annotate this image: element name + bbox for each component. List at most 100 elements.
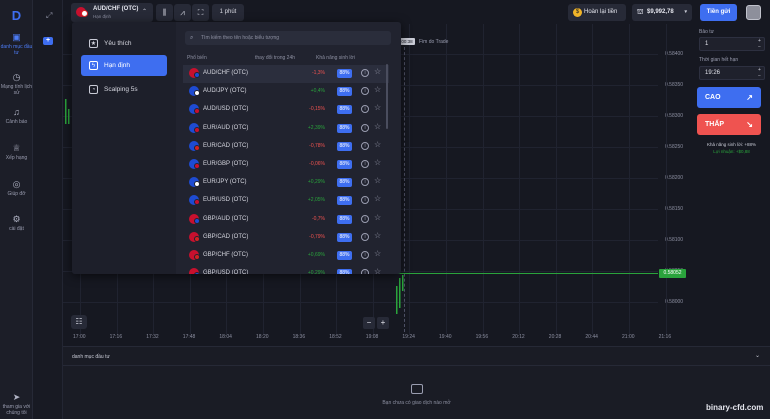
arrow-down-right-icon: ↘ <box>746 120 753 129</box>
star-icon[interactable]: ☆ <box>374 213 381 222</box>
rail-item-help[interactable]: ◎ Giúp đỡ <box>0 179 33 197</box>
balance-button[interactable]: ⛫ $9,992,78 ▾ <box>632 4 692 21</box>
call-button[interactable]: CAO ↗ <box>697 87 761 108</box>
payout-badge: 88% <box>337 269 352 274</box>
watermark: binary-cfd.com <box>706 403 764 412</box>
x-tick-label: 17:16 <box>109 334 123 340</box>
info-icon[interactable]: i <box>361 196 369 205</box>
zoom-out-button[interactable]: − <box>363 317 375 329</box>
info-icon[interactable]: i <box>361 178 369 187</box>
decrement-button[interactable]: − <box>755 73 764 79</box>
asset-name: GBP/CHF (OTC) <box>203 252 248 258</box>
asset-row[interactable]: GBP/CAD (OTC) -0,79% 88% i ☆ <box>183 229 389 247</box>
rail-item-join[interactable]: ➤ tham gia với chúng tôi <box>0 392 33 416</box>
info-icon[interactable]: i <box>361 87 369 96</box>
top-bar: AUD/CHF (OTC) Hạn định ⌃ ⫼ ⩘ ⛶ 1 phút $ … <box>63 0 693 24</box>
settings-tool-button[interactable]: ⛶ <box>192 4 209 21</box>
asset-row[interactable]: EUR/JPY (OTC) +0,29% 88% i ☆ <box>183 174 389 192</box>
info-icon[interactable]: i <box>361 251 369 259</box>
col-header-change[interactable]: thay đổi trong 24h <box>255 55 295 61</box>
col-header-name[interactable]: Phổ biến <box>187 55 207 61</box>
asset-search-input[interactable]: ⌕ Tìm kiếm theo tên hoặc biểu tượng <box>185 31 391 45</box>
flag-icon <box>194 181 200 188</box>
timeframe-button[interactable]: 1 phút <box>212 4 244 21</box>
star-icon[interactable]: ☆ <box>374 176 381 185</box>
asset-change: -0,15% <box>309 106 325 113</box>
payout-badge: 88% <box>337 214 352 224</box>
star-icon[interactable]: ☆ <box>374 249 381 258</box>
info-icon[interactable]: i <box>361 105 369 114</box>
category-fixed-time[interactable]: ϟ Hạn định <box>81 55 167 76</box>
star-icon[interactable]: ☆ <box>374 140 381 149</box>
put-button[interactable]: THẤP ↘ <box>697 114 761 135</box>
rail-item-portfolio[interactable]: ▣ danh mục đầu tư <box>0 32 33 56</box>
x-tick-label: 19:40 <box>439 334 452 340</box>
star-icon[interactable]: ☆ <box>374 122 381 131</box>
info-icon[interactable]: i <box>361 123 369 132</box>
coin-icon: $ <box>573 8 582 17</box>
asset-row[interactable]: GBP/CHF (OTC) +0,69% 88% i ☆ <box>183 247 389 265</box>
star-icon[interactable]: ☆ <box>374 267 381 274</box>
rail-item-ranking[interactable]: ♕ Xếp hạng <box>0 143 33 161</box>
payout-badge: 88% <box>337 69 352 78</box>
asset-change: -1,3% <box>311 70 325 76</box>
expand-icon[interactable]: ⤢ <box>46 11 52 21</box>
y-tick-label: 0.58000 <box>665 299 684 305</box>
asset-row[interactable]: GBP/USD (OTC) +0,29% 88% i ☆ <box>183 265 389 274</box>
star-icon[interactable]: ☆ <box>374 158 381 167</box>
flag-icon <box>194 254 200 260</box>
star-icon[interactable]: ☆ <box>374 194 381 203</box>
star-icon[interactable]: ☆ <box>374 85 381 94</box>
info-icon[interactable]: i <box>361 69 369 77</box>
asset-change: -0,79% <box>309 233 325 240</box>
expiry-line <box>404 42 405 332</box>
rail-item-history[interactable]: ◷ Mạng tính lịch sử <box>0 72 33 96</box>
star-icon[interactable]: ☆ <box>374 231 381 240</box>
info-icon[interactable]: i <box>361 214 369 223</box>
add-chart-button[interactable]: + <box>43 37 53 45</box>
col-header-payout[interactable]: Khả năng sinh lời <box>316 55 355 61</box>
grid-line <box>665 24 667 334</box>
refund-button[interactable]: $ Hoàn lại tiền <box>568 4 626 21</box>
candle-type-button[interactable]: ⫼ <box>156 4 173 21</box>
category-scalping[interactable]: ◔ Scalping 5s <box>81 79 167 100</box>
asset-row[interactable]: EUR/AUD (OTC) +2,39% 88% i ☆ <box>183 120 389 138</box>
asset-row[interactable]: GBP/AUD (OTC) -0,7% 88% i ☆ <box>183 211 389 229</box>
info-icon[interactable]: i <box>361 141 369 150</box>
info-icon[interactable]: i <box>361 160 369 168</box>
category-favorites[interactable]: ★ Yêu thích <box>81 33 167 54</box>
asset-name: AUD/CHF (OTC) <box>93 6 139 12</box>
star-icon[interactable]: ☆ <box>374 103 381 112</box>
star-icon[interactable]: ☆ <box>374 67 381 76</box>
asset-category-list: ★ Yêu thích ϟ Hạn định ◔ Scalping 5s <box>72 22 176 274</box>
avatar[interactable] <box>746 5 761 20</box>
decrement-button[interactable]: − <box>755 44 764 50</box>
bell-icon: ♫ <box>13 107 20 117</box>
asset-row[interactable]: AUD/JPY (OTC) +0,4% 88% i ☆ <box>183 83 389 101</box>
deposit-button[interactable]: Tiền gửi <box>700 4 737 21</box>
flag-icon <box>81 10 88 17</box>
asset-row[interactable]: EUR/CAD (OTC) -0,78% 88% i ☆ <box>183 138 389 156</box>
asset-name: EUR/CAD (OTC) <box>203 142 249 149</box>
flag-icon <box>194 235 200 242</box>
info-icon[interactable]: i <box>361 232 369 241</box>
indicators-button[interactable]: ☷ <box>71 315 87 329</box>
chevron-down-icon[interactable]: ⌄ <box>755 352 760 359</box>
info-icon[interactable]: i <box>361 269 369 274</box>
asset-row[interactable]: AUD/CHF (OTC) -1,3% 88% i ☆ <box>183 65 389 83</box>
scrollbar[interactable] <box>386 64 388 129</box>
asset-selector[interactable]: AUD/CHF (OTC) Hạn định ⌃ <box>71 3 153 22</box>
rail-item-settings[interactable]: ⚙ cài đặt <box>0 214 33 232</box>
asset-row[interactable]: AUD/USD (OTC) -0,15% 88% i ☆ <box>183 101 389 119</box>
asset-change: +2,05% <box>307 197 325 204</box>
asset-row[interactable]: EUR/USD (OTC) +2,05% 88% i ☆ <box>183 192 389 210</box>
zoom-in-button[interactable]: + <box>377 317 389 329</box>
payout-badge: 88% <box>337 160 352 169</box>
portfolio-title: danh mục đầu tư <box>72 354 110 360</box>
rail-item-alerts[interactable]: ♫ Cảnh báo <box>0 107 33 125</box>
drawing-tools-button[interactable]: ⩘ <box>174 4 191 21</box>
asset-change: +0,69% <box>307 252 325 258</box>
asset-row[interactable]: EUR/GBP (OTC) -0,06% 88% i ☆ <box>183 156 389 174</box>
portfolio-panel: danh mục đầu tư ⌄ Bạn chưa có giao dịch … <box>63 346 770 419</box>
logo-icon[interactable]: D <box>9 8 24 23</box>
